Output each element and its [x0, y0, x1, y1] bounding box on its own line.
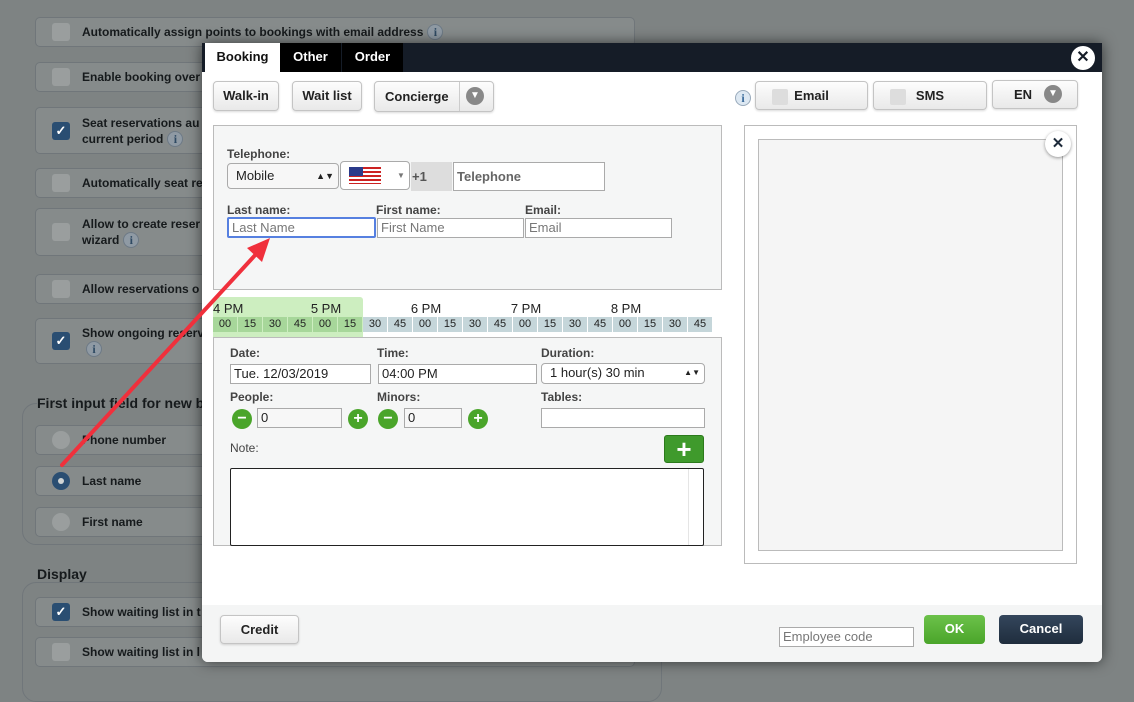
checkbox[interactable] — [890, 89, 906, 105]
info-icon[interactable]: i — [167, 130, 184, 147]
timeline-hour-label: 8 PM — [610, 301, 642, 316]
checkbox-checked[interactable]: ✓ — [52, 603, 70, 621]
timeline-hour-label: 4 PM — [213, 301, 244, 316]
tab-booking[interactable]: Booking — [205, 43, 280, 72]
first-name-input[interactable]: First Name — [377, 218, 524, 238]
checkbox[interactable] — [52, 280, 70, 298]
cancel-button[interactable]: Cancel — [999, 615, 1083, 644]
date-label: Date: — [230, 346, 261, 360]
ok-button[interactable]: OK — [924, 615, 985, 644]
walkin-button[interactable]: Walk-in — [213, 81, 279, 111]
duration-select[interactable]: 1 hour(s) 30 min ▲▼ — [541, 363, 705, 384]
note-textarea[interactable] — [230, 468, 704, 546]
timeline-tick[interactable]: 30 — [663, 317, 687, 332]
info-icon[interactable]: i — [427, 24, 444, 40]
language-dropdown[interactable]: EN ▼ — [992, 80, 1078, 109]
waitlist-button[interactable]: Wait list — [292, 81, 362, 111]
timeline-tick[interactable]: 30 — [363, 317, 387, 332]
timeline-tick[interactable]: 30 — [263, 317, 287, 332]
timeline-tick[interactable]: 45 — [288, 317, 312, 332]
email-input[interactable]: Email — [525, 218, 672, 238]
timeline-tick[interactable]: 30 — [563, 317, 587, 332]
tables-label: Tables: — [541, 390, 583, 404]
timeline-tick[interactable]: 00 — [513, 317, 537, 332]
radio[interactable] — [52, 431, 70, 449]
checkbox-checked[interactable]: ✓ — [52, 121, 70, 140]
close-icon[interactable]: ✕ — [1071, 46, 1095, 70]
chevron-down-icon: ▼ — [466, 87, 484, 105]
email-label: Email: — [525, 203, 562, 217]
date-input[interactable]: Tue. 12/03/2019 — [230, 364, 371, 384]
timeline-tick[interactable]: 15 — [538, 317, 562, 332]
info-icon[interactable]: i — [86, 341, 102, 357]
tab-other[interactable]: Other — [280, 43, 341, 72]
info-icon[interactable]: i — [123, 232, 140, 248]
telephone-label: Telephone: — [227, 147, 291, 161]
concierge-dropdown[interactable]: Concierge ▼ — [374, 81, 494, 112]
timeline-tick[interactable]: 00 — [413, 317, 437, 332]
timeline-hour-label: 7 PM — [510, 301, 542, 316]
telephone-input[interactable]: Telephone — [453, 162, 605, 191]
info-icon[interactable]: i — [735, 90, 751, 106]
note-label: Note: — [230, 441, 259, 455]
minors-minus-button[interactable]: − — [378, 409, 398, 429]
phone-type-select[interactable]: Mobile ▲▼ — [227, 163, 339, 189]
timeline-tick[interactable]: 45 — [688, 317, 712, 332]
close-icon[interactable]: ✕ — [1045, 131, 1071, 157]
checkbox[interactable] — [52, 174, 70, 192]
sms-toggle[interactable]: SMS — [873, 81, 987, 110]
employee-code-input[interactable]: Employee code — [779, 627, 914, 647]
tables-input[interactable] — [541, 408, 705, 428]
timeline-tick[interactable]: 15 — [438, 317, 462, 332]
timeline-tick[interactable]: 15 — [638, 317, 662, 332]
people-plus-button[interactable]: + — [348, 409, 368, 429]
country-code: +1 — [411, 162, 452, 191]
minors-input[interactable]: 0 — [404, 408, 462, 428]
chevron-down-icon: ▼ — [1044, 85, 1062, 103]
last-name-input[interactable]: Last Name — [227, 217, 376, 238]
us-flag-icon — [349, 167, 381, 184]
fieldset-title: Display — [37, 566, 91, 582]
credit-button[interactable]: Credit — [220, 615, 299, 644]
checkbox[interactable] — [52, 643, 70, 661]
timeline-hour-label: 5 PM — [310, 301, 342, 316]
country-select[interactable]: ▼ — [340, 161, 410, 190]
people-label: People: — [230, 390, 274, 404]
first-name-label: First name: — [376, 203, 441, 217]
checkbox[interactable] — [52, 23, 70, 41]
minors-plus-button[interactable]: + — [468, 409, 488, 429]
timeline-hour-label: 6 PM — [410, 301, 442, 316]
time-input[interactable]: 04:00 PM — [378, 364, 537, 384]
timeline-tick[interactable]: 00 — [313, 317, 337, 332]
timeline-tick[interactable]: 15 — [338, 317, 362, 332]
tab-order[interactable]: Order — [342, 43, 403, 72]
timeline-tick[interactable]: 00 — [213, 317, 237, 332]
timeline-tick[interactable]: 45 — [388, 317, 412, 332]
time-label: Time: — [377, 346, 409, 360]
checkbox[interactable] — [52, 223, 70, 241]
caret-down-icon: ▼ — [397, 171, 405, 180]
booking-modal: Booking Other Order ✕ Walk-in Wait list … — [202, 43, 1102, 662]
radio[interactable] — [52, 513, 70, 531]
scrollbar[interactable] — [688, 469, 689, 545]
last-name-label: Last name: — [227, 203, 291, 217]
checkbox[interactable] — [772, 89, 788, 105]
timeline-tick[interactable]: 45 — [588, 317, 612, 332]
timeline-tick[interactable]: 00 — [613, 317, 637, 332]
duration-label: Duration: — [541, 346, 595, 360]
email-toggle[interactable]: Email — [755, 81, 868, 110]
radio-selected[interactable] — [52, 472, 70, 490]
fieldset-title: First input field for new b — [37, 395, 209, 411]
side-panel-content — [758, 139, 1063, 551]
people-minus-button[interactable]: − — [232, 409, 252, 429]
checkbox-checked[interactable]: ✓ — [52, 332, 70, 350]
timeline-tick[interactable]: 30 — [463, 317, 487, 332]
minors-label: Minors: — [377, 390, 421, 404]
timeline-tick[interactable]: 45 — [488, 317, 512, 332]
timeline-tick[interactable]: 15 — [238, 317, 262, 332]
people-input[interactable]: 0 — [257, 408, 342, 428]
checkbox[interactable] — [52, 68, 70, 86]
add-note-button[interactable]: + — [664, 435, 704, 463]
